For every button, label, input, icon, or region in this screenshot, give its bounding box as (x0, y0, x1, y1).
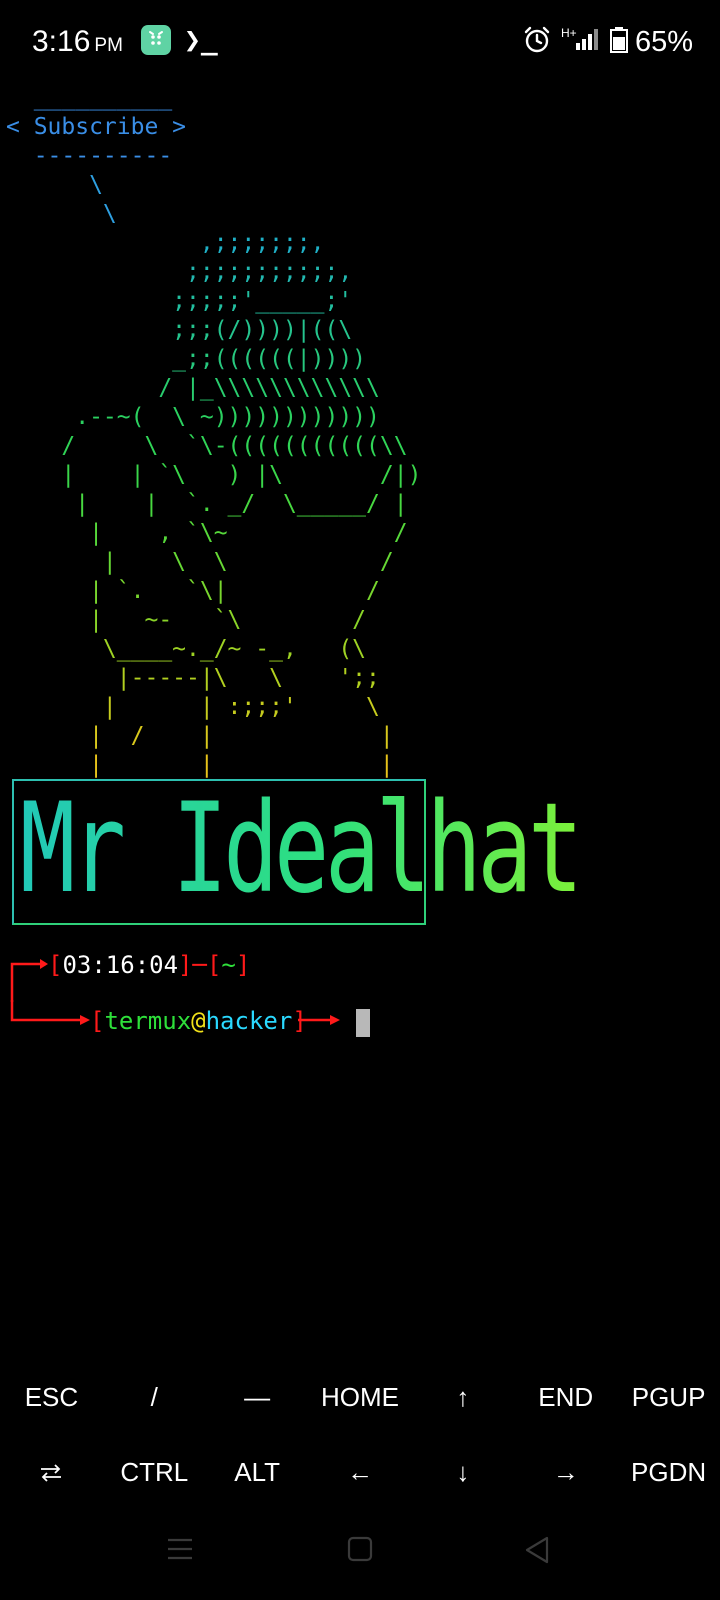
prompt-user: termux (104, 1007, 192, 1035)
status-clock: 3:16 PM (32, 22, 123, 66)
ascii-line: | | `. _/ \_____/ | (6, 491, 408, 517)
key-slash[interactable]: / (103, 1360, 206, 1435)
prompt-user-line: [termux@hacker] (90, 1007, 307, 1035)
prompt-arrow-bottom (10, 1000, 90, 1025)
ascii-line: ;;;;;'_____;' (6, 288, 353, 314)
signal-icon (576, 29, 598, 50)
banner-text: Mr Idealhat (20, 777, 583, 921)
ascii-line: | / | | (6, 723, 394, 749)
ascii-line: | ~- `\ / (6, 607, 367, 633)
key-home[interactable]: HOME (309, 1360, 412, 1435)
battery-icon (610, 27, 628, 53)
battery-percent: 65% (635, 26, 694, 58)
ascii-line: / \ `\-(((((((((((\\ (6, 433, 408, 459)
ascii-line: \ (6, 172, 103, 198)
ascii-line: | , `\~ / (6, 520, 408, 546)
key-pgup[interactable]: PGUP (617, 1360, 720, 1435)
key-arrow-up[interactable]: ↑ (411, 1360, 514, 1435)
key-alt[interactable]: ALT (206, 1435, 309, 1510)
ascii-line: | `. `\| / (6, 578, 380, 604)
terminal-cursor[interactable] (356, 1009, 370, 1037)
recents-icon[interactable] (167, 1536, 193, 1562)
ascii-line: / |_\\\\\\\\\\\\ (6, 375, 380, 401)
prompt-at: @ (191, 1007, 206, 1035)
home-icon[interactable] (347, 1536, 373, 1562)
terminal-prompt-icon: ❯_ (184, 23, 218, 56)
alarm-icon (524, 26, 550, 53)
clock-time: 3:16 (32, 25, 91, 58)
ascii-line: ,;;;;;;;, (6, 230, 325, 256)
ascii-line: | | | (6, 752, 394, 778)
ascii-line: __________ (6, 85, 173, 111)
extra-keys-row-1: ESC / — HOME ↑ END PGUP (0, 1360, 720, 1435)
status-bar: 3:16 PM ❯_ H+ 65% (0, 0, 720, 84)
banner-box: Mr Idealhat (12, 779, 583, 925)
ascii-line: .--~( \ ~)))))))))))) (6, 404, 380, 430)
ascii-line: \____~._/~ -_, (\ (6, 636, 367, 662)
prompt-arrow-top (10, 959, 48, 1002)
prompt-arrow-end (298, 1015, 340, 1025)
ascii-line: ;;;;;;;;;;;, (6, 259, 353, 285)
key-arrow-left[interactable]: ← (309, 1435, 412, 1510)
ascii-line: ;;;(/))))|((\ (6, 317, 353, 343)
extra-keys-row-2: CTRL ALT ← ↓ → PGDN (0, 1435, 720, 1510)
key-arrow-right[interactable]: → (514, 1435, 617, 1510)
key-end[interactable]: END (514, 1360, 617, 1435)
ascii-line: < Subscribe > (6, 114, 187, 140)
terminal-view[interactable]: __________ < Subscribe > ---------- \ \ ,… (0, 84, 720, 1350)
key-esc[interactable]: ESC (0, 1360, 103, 1435)
prompt-time-line: [03:16:04]─[~] (48, 951, 251, 979)
back-icon[interactable] (524, 1536, 550, 1564)
ascii-line: | \ \ / (6, 549, 394, 575)
ascii-line: \ (6, 201, 117, 227)
key-tab[interactable] (0, 1435, 103, 1510)
ascii-art: __________ < Subscribe > ---------- \ \ ,… (6, 84, 421, 780)
ascii-line: |-----|\ \ ';; (6, 665, 380, 691)
key-ctrl[interactable]: CTRL (103, 1435, 206, 1510)
key-arrow-down[interactable]: ↓ (411, 1435, 514, 1510)
ascii-line: | | `\ ) |\ /|) (6, 462, 422, 488)
ascii-line: | | :;;;' \ (6, 694, 380, 720)
prompt-time: 03:16:04 (62, 951, 179, 979)
key-pgdn[interactable]: PGDN (617, 1435, 720, 1510)
clock-ampm: PM (94, 35, 123, 56)
ascii-line: _;;((((((|)))) (6, 346, 367, 372)
navigation-bar (0, 1510, 720, 1600)
key-dash[interactable]: — (206, 1360, 309, 1435)
tab-icon (41, 1463, 62, 1482)
ascii-line: ---------- (6, 143, 173, 169)
extra-keys-bar: ESC / — HOME ↑ END PGUP CTRL ALT ← ↓ → P… (0, 1360, 720, 1510)
termux-app-icon (141, 25, 171, 55)
prompt-host: hacker (205, 1007, 293, 1035)
prompt-dir: ~ (221, 951, 236, 979)
